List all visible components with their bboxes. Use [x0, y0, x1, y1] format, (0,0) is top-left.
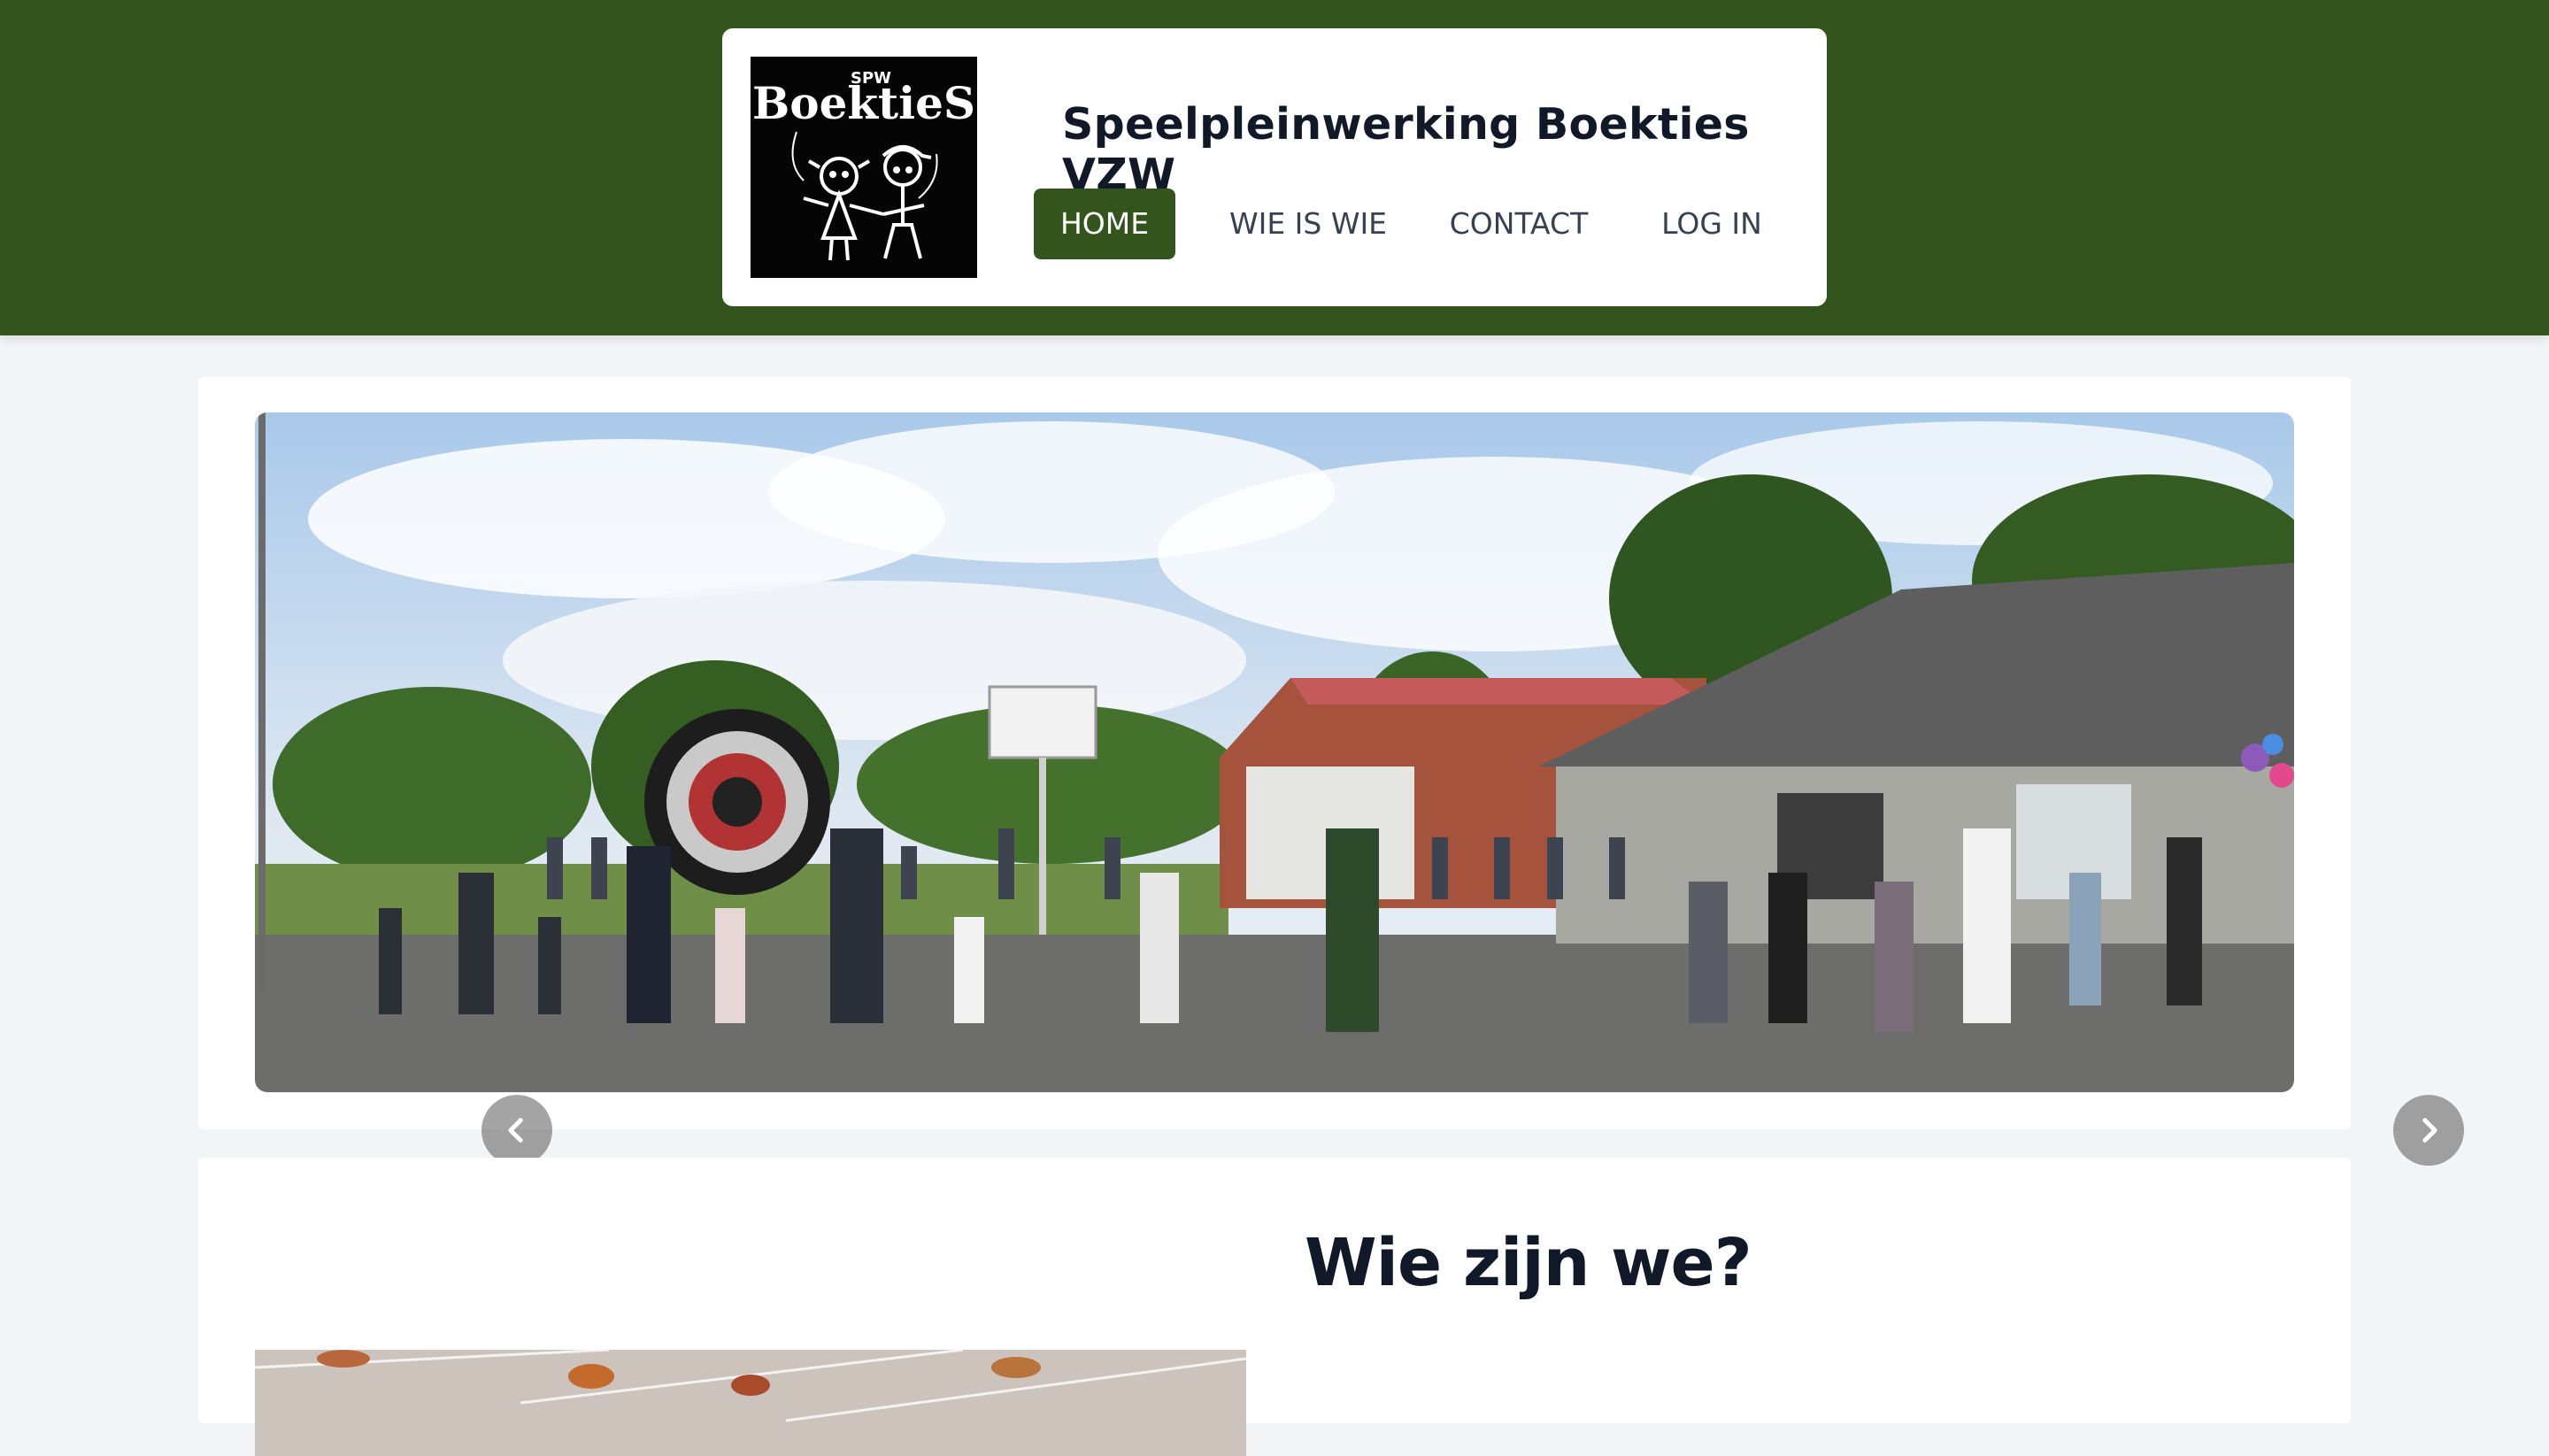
top-header-bar: SPW BoektieS Speelpleinwerking Boekties … — [0, 0, 2549, 335]
nav-wie-is-wie[interactable]: WIE IS WIE — [1211, 189, 1405, 259]
header-card: SPW BoektieS Speelpleinwerking Boekties … — [722, 28, 1827, 306]
about-heading: Wie zijn we? — [1305, 1225, 1752, 1301]
about-section: Wie zijn we? — [198, 1158, 2351, 1456]
logo-brand-text: BoektieS — [752, 77, 975, 129]
about-photo — [255, 1350, 1246, 1456]
image-slider-panel — [198, 377, 2464, 1166]
nav-log-in[interactable]: LOG IN — [1632, 189, 1791, 259]
main-nav: HOME WIE IS WIE CONTACT LOG IN — [1034, 189, 1813, 259]
logo-drawing: SPW BoektieS — [751, 57, 977, 278]
slider-next-button[interactable] — [2393, 1095, 2464, 1166]
slider-photo — [255, 412, 2294, 1092]
chevron-right-icon — [2422, 1118, 2437, 1143]
nav-home[interactable]: HOME — [1034, 189, 1175, 259]
site-title: Speelpleinwerking Boekties VZW — [1062, 99, 1750, 200]
site-logo[interactable]: SPW BoektieS — [751, 57, 977, 278]
slider-prev-button[interactable] — [481, 1095, 552, 1166]
chevron-left-icon — [508, 1118, 523, 1143]
nav-contact[interactable]: CONTACT — [1430, 189, 1607, 259]
